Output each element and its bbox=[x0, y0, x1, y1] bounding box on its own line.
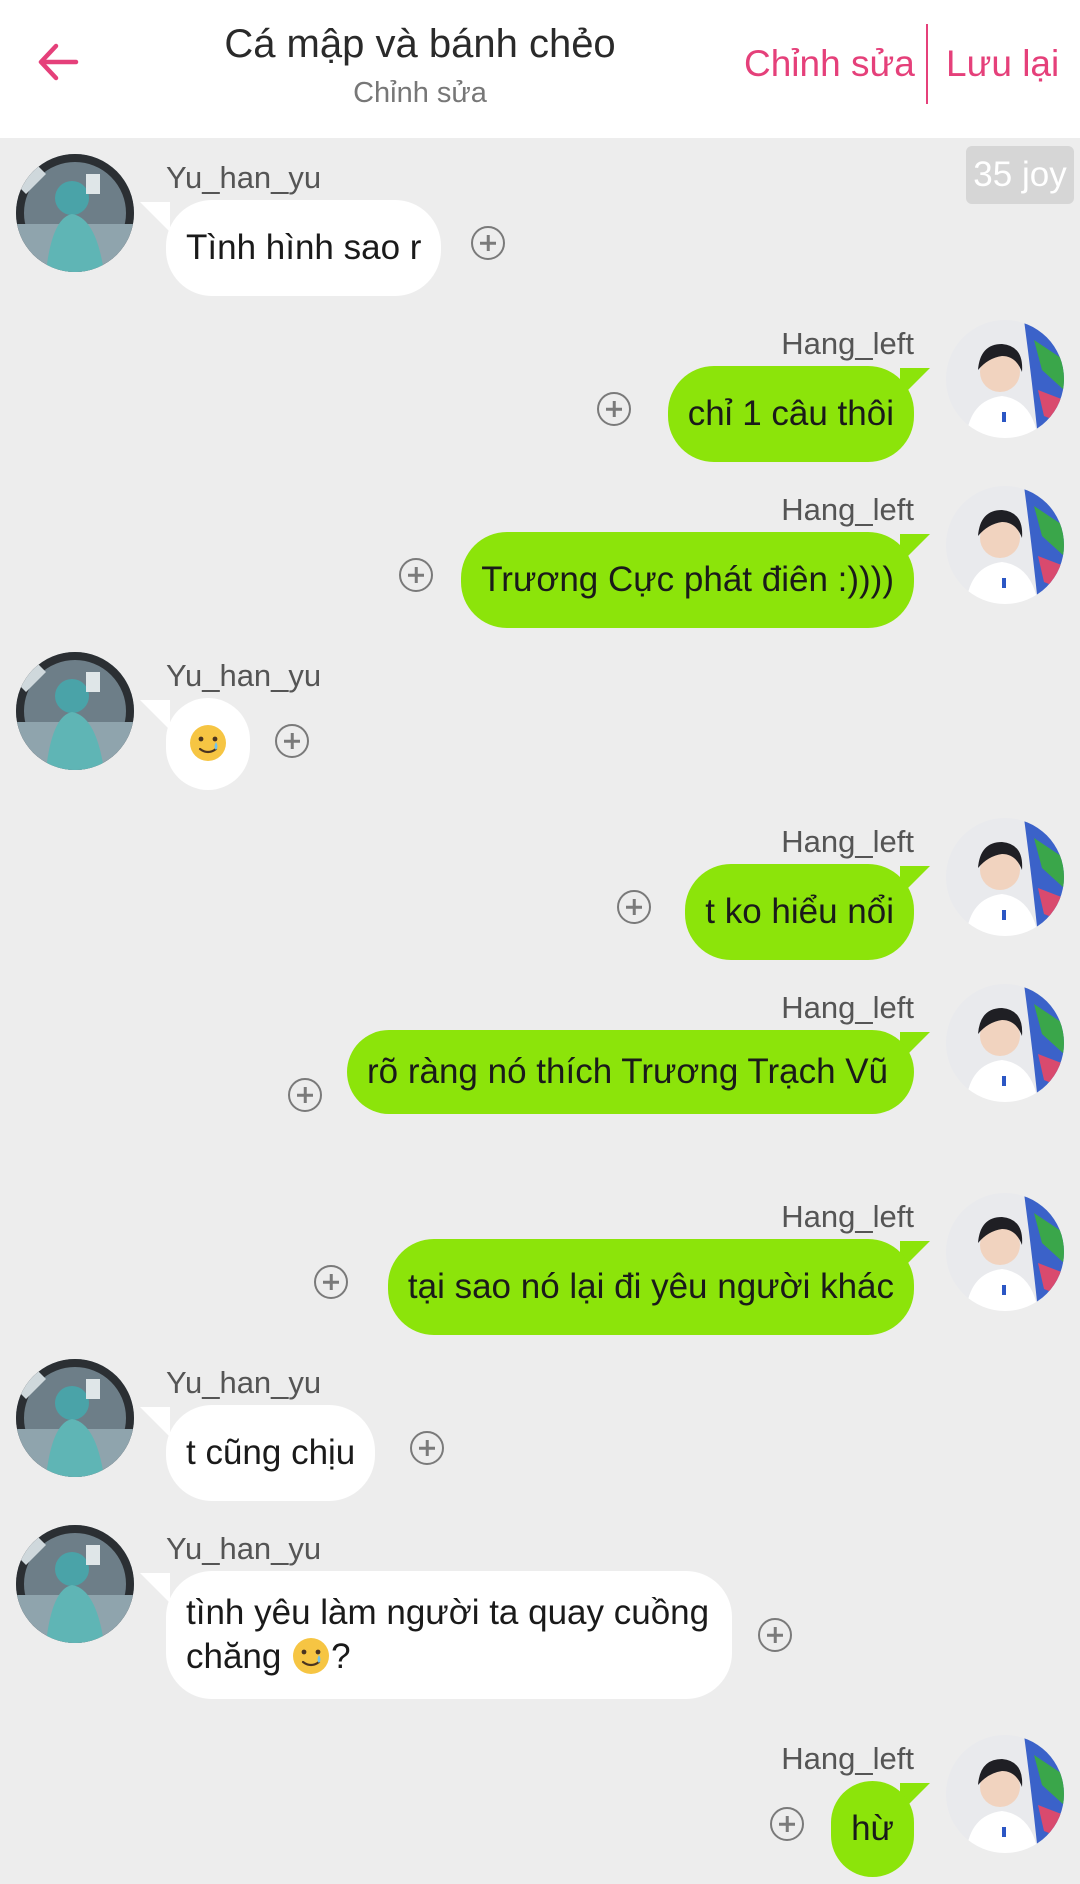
plus-circle-icon[interactable] bbox=[617, 890, 651, 924]
sender-name: Hang_left bbox=[781, 492, 914, 527]
message-bubble[interactable] bbox=[166, 698, 250, 790]
page-subtitle: Chỉnh sửa bbox=[353, 77, 487, 109]
smiling-face-with-tear-emoji bbox=[291, 1636, 331, 1676]
avatar[interactable] bbox=[946, 984, 1064, 1102]
sender-name: Hang_left bbox=[781, 1741, 914, 1776]
plus-circle-icon[interactable] bbox=[275, 724, 309, 758]
avatar[interactable] bbox=[946, 1735, 1064, 1853]
arrow-left-icon bbox=[38, 43, 79, 81]
sender-name: Yu_han_yu bbox=[166, 1531, 322, 1566]
smiling-face-with-tear-emoji bbox=[188, 723, 228, 763]
message-bubble[interactable]: tình yêu làm người ta quay cuồng chăng ? bbox=[166, 1571, 732, 1699]
message-bubble[interactable]: Trương Cực phát điên :)))) bbox=[461, 532, 914, 628]
avatar[interactable] bbox=[946, 818, 1064, 936]
plus-circle-icon[interactable] bbox=[471, 226, 505, 260]
bubble-tail bbox=[140, 700, 170, 730]
plus-circle-icon[interactable] bbox=[770, 1807, 804, 1841]
header-divider bbox=[926, 24, 928, 104]
bubble-tail bbox=[140, 1573, 170, 1603]
plus-circle-icon[interactable] bbox=[399, 558, 433, 592]
avatar[interactable] bbox=[16, 154, 134, 272]
message-text-suffix: ? bbox=[331, 1637, 351, 1676]
plus-circle-icon[interactable] bbox=[410, 1431, 444, 1465]
message-bubble[interactable]: tại sao nó lại đi yêu người khác bbox=[387, 1239, 914, 1335]
page-title: Cá mập và bánh chẻo bbox=[224, 22, 616, 66]
title-block: Cá mập và bánh chẻo Chỉnh sửa bbox=[180, 18, 660, 112]
sender-name: Hang_left bbox=[781, 1199, 914, 1234]
message-bubble[interactable]: Tình hình sao r bbox=[166, 200, 442, 296]
back-button[interactable] bbox=[30, 34, 86, 90]
plus-circle-icon[interactable] bbox=[597, 392, 631, 426]
avatar[interactable] bbox=[946, 486, 1064, 604]
avatar[interactable] bbox=[16, 652, 134, 770]
edit-button[interactable]: Chỉnh sửa bbox=[744, 40, 915, 88]
avatar[interactable] bbox=[16, 1359, 134, 1477]
avatar[interactable] bbox=[946, 1193, 1064, 1311]
plus-circle-icon[interactable] bbox=[314, 1265, 348, 1299]
message-bubble[interactable]: t ko hiểu nổi bbox=[685, 864, 914, 960]
plus-circle-icon[interactable] bbox=[288, 1078, 322, 1112]
sender-name: Yu_han_yu bbox=[166, 1365, 322, 1400]
joy-badge: 35 joy bbox=[966, 146, 1074, 204]
message-text: tình yêu làm người ta quay cuồng chăng bbox=[186, 1593, 710, 1676]
sender-name: Hang_left bbox=[781, 990, 914, 1025]
avatar[interactable] bbox=[16, 1525, 134, 1643]
chat-header: Cá mập và bánh chẻo Chỉnh sửa Chỉnh sửa … bbox=[0, 0, 1080, 138]
bubble-tail bbox=[140, 202, 170, 232]
sender-name: Yu_han_yu bbox=[166, 160, 322, 195]
plus-circle-icon[interactable] bbox=[758, 1618, 792, 1652]
avatar[interactable] bbox=[946, 320, 1064, 438]
message-bubble[interactable]: hừ bbox=[831, 1781, 914, 1877]
save-button[interactable]: Lưu lại bbox=[946, 40, 1059, 88]
message-bubble[interactable]: chỉ 1 câu thôi bbox=[667, 366, 914, 462]
sender-name: Hang_left bbox=[781, 326, 914, 361]
message-bubble[interactable]: rõ ràng nó thích Trương Trạch Vũ bbox=[347, 1030, 914, 1114]
sender-name: Yu_han_yu bbox=[166, 658, 322, 693]
bubble-tail bbox=[140, 1407, 170, 1437]
sender-name: Hang_left bbox=[781, 824, 914, 859]
message-bubble[interactable]: t cũng chịu bbox=[166, 1405, 376, 1501]
